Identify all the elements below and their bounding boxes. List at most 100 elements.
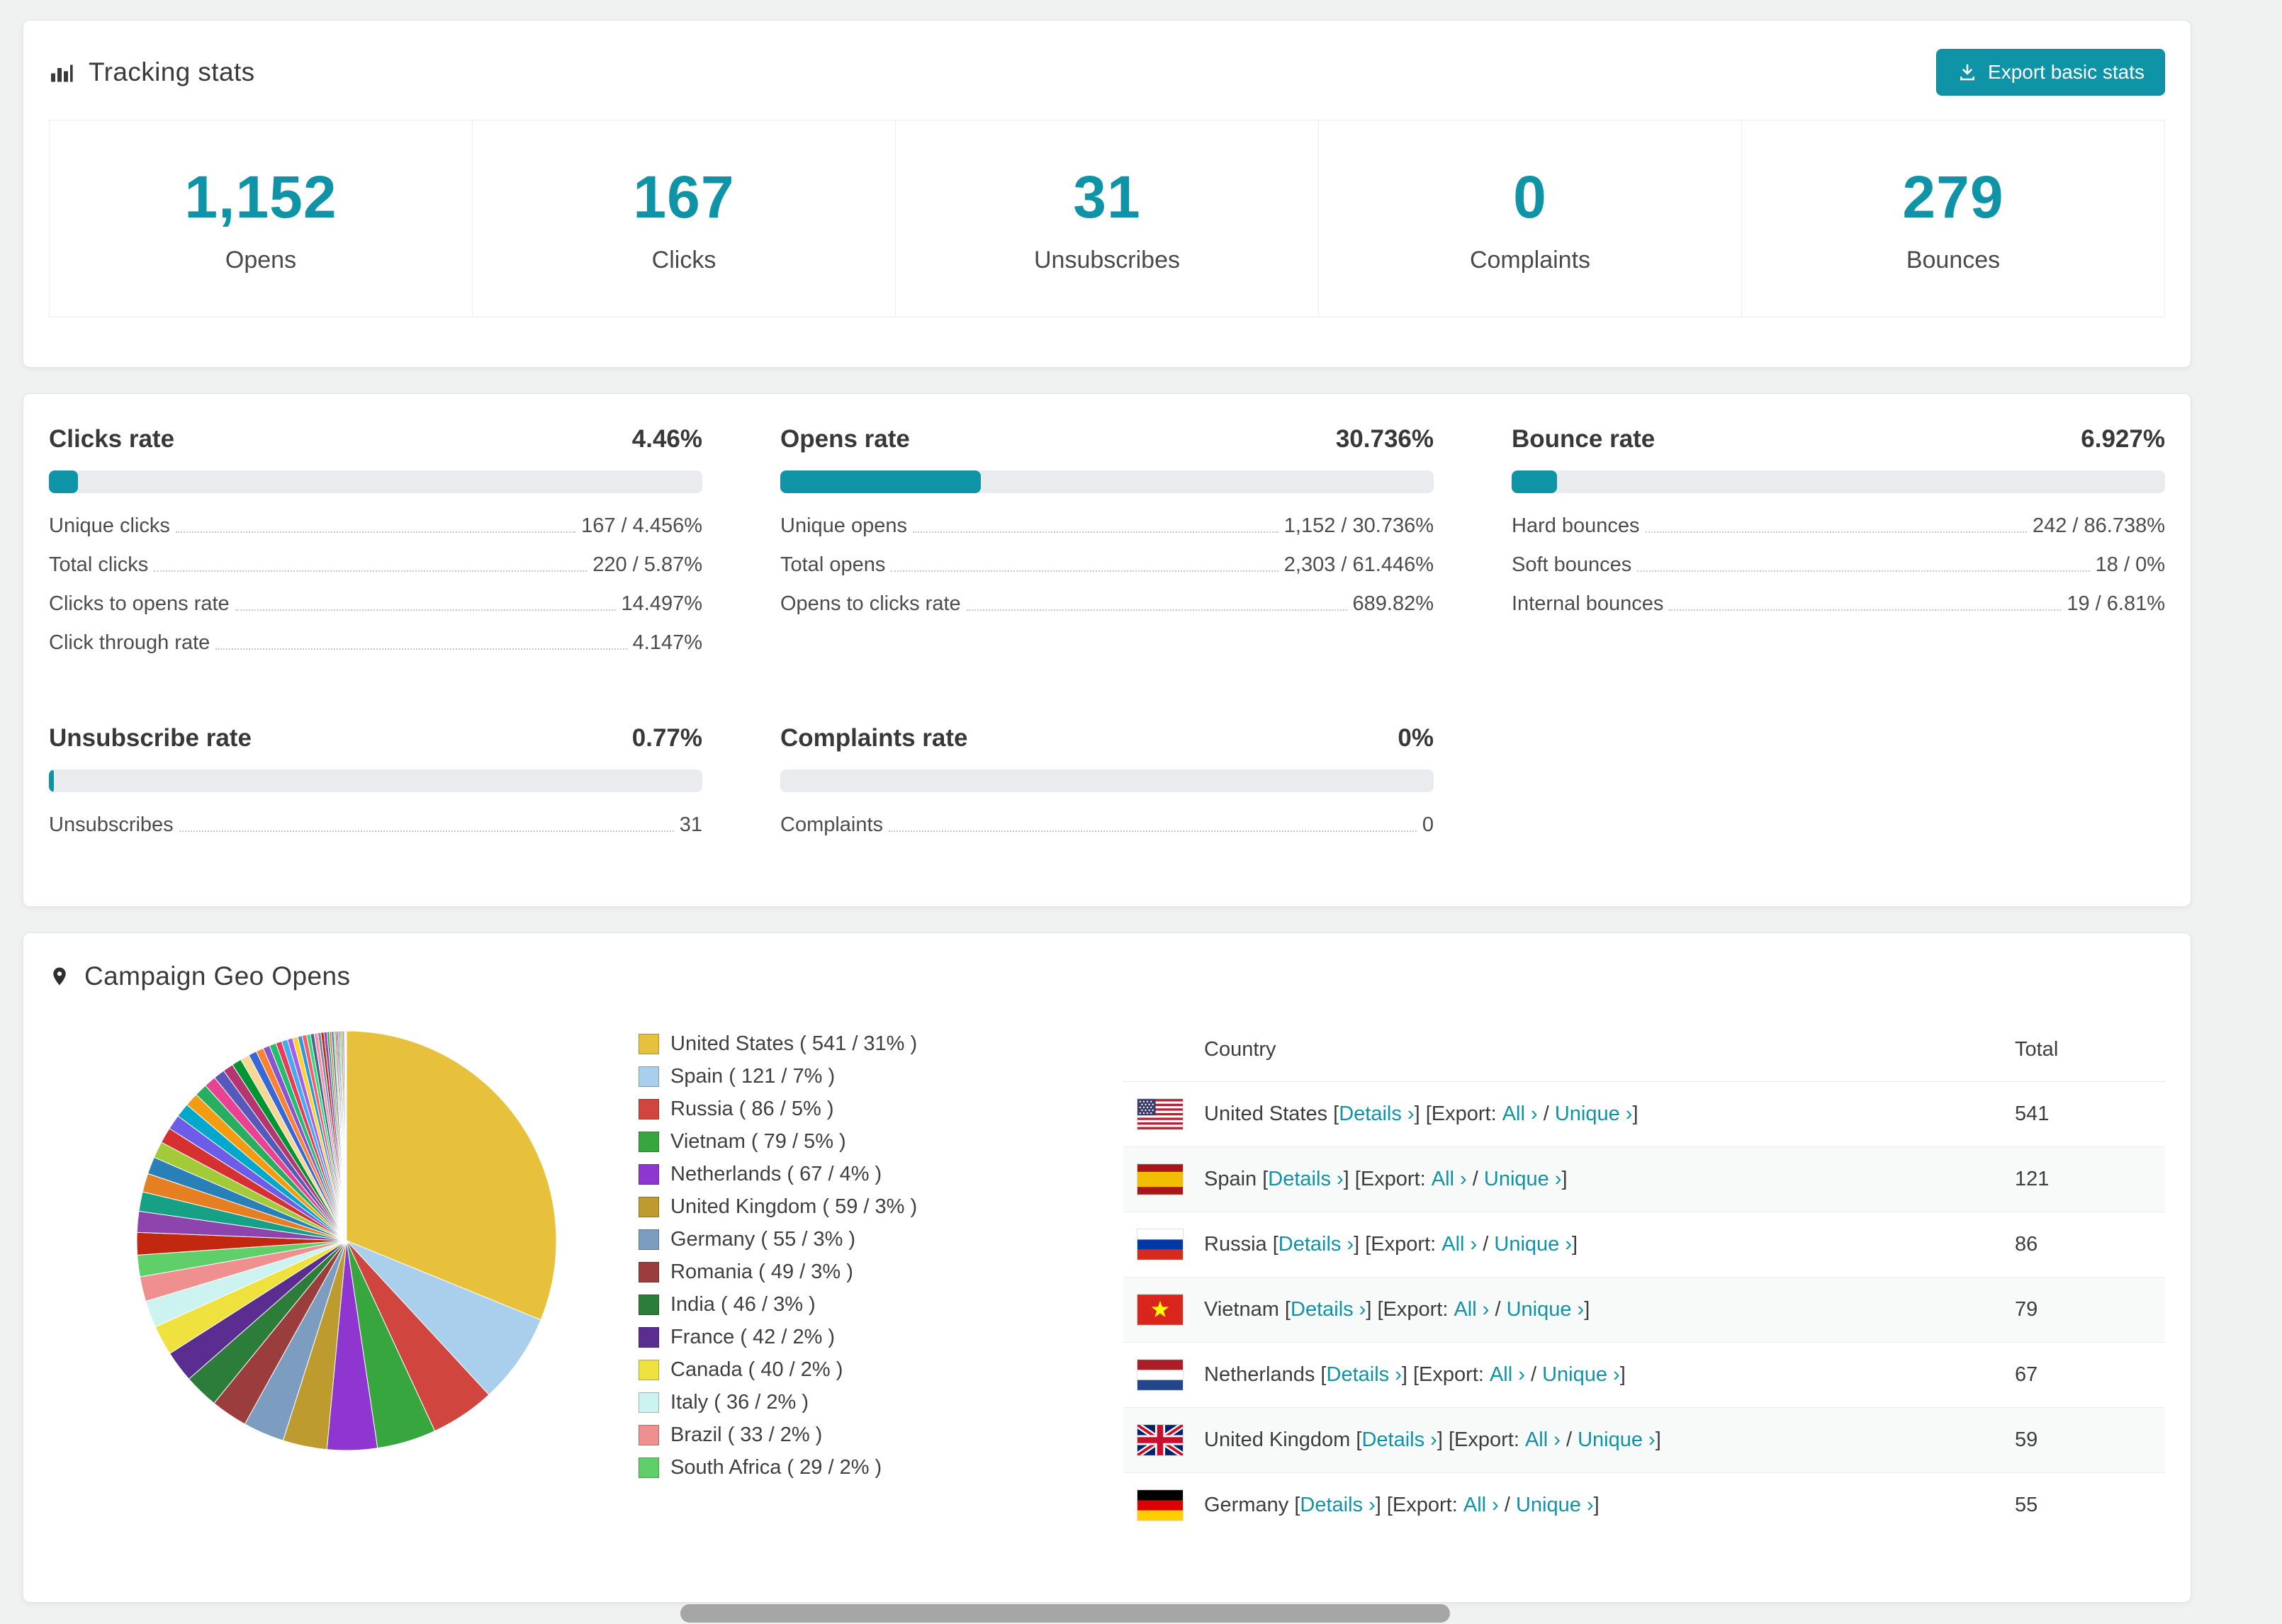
- country-cell: United Kingdom [Details ›] [Export: All …: [1123, 1424, 2015, 1456]
- details-link[interactable]: Details ›: [1300, 1494, 1375, 1517]
- export-unique-link[interactable]: Unique ›: [1578, 1428, 1656, 1452]
- legend-item-canada: Canada ( 40 / 2% ): [639, 1358, 917, 1382]
- dotted-leader: [154, 570, 588, 572]
- rate-title: Bounce rate: [1512, 425, 1656, 453]
- stat-box-clicks: 167 Clicks: [473, 120, 896, 317]
- export-unique-link[interactable]: Unique ›: [1516, 1494, 1594, 1517]
- details-link[interactable]: Details ›: [1291, 1298, 1366, 1321]
- tracking-stats-title: Tracking stats: [49, 57, 255, 87]
- rate-rows: Complaints 0: [780, 813, 1434, 837]
- country-name: Russia: [1204, 1233, 1267, 1256]
- export-unique-link[interactable]: Unique ›: [1542, 1363, 1620, 1387]
- rate-row-label: Unsubscribes: [49, 813, 174, 836]
- export-all-link[interactable]: All ›: [1525, 1428, 1561, 1452]
- export-all-link[interactable]: All ›: [1502, 1103, 1538, 1126]
- progress-fill: [49, 470, 79, 493]
- legend-item-south-africa: South Africa ( 29 / 2% ): [639, 1456, 917, 1479]
- rate-rows: Unsubscribes 31: [49, 813, 702, 837]
- es-flag-icon: [1137, 1163, 1184, 1195]
- geo-opens-header: Campaign Geo Opens: [23, 933, 2191, 1011]
- tracking-stats-card: Tracking stats Export basic stats 1,152 O…: [23, 20, 2191, 368]
- nl-flag-icon: [1137, 1359, 1184, 1391]
- rate-block-complaints-rate: Complaints rate 0% Complaints 0: [780, 724, 1434, 852]
- legend-label: United States ( 541 / 31% ): [670, 1032, 918, 1055]
- country-total: 59: [2015, 1407, 2165, 1473]
- rate-row: Hard bounces 242 / 86.738%: [1512, 514, 2165, 538]
- rate-row: Opens to clicks rate 689.82%: [780, 592, 1434, 616]
- stat-label: Bounces: [1906, 247, 2001, 274]
- ru-flag-icon: [1137, 1229, 1184, 1261]
- stat-value: 0: [1513, 164, 1547, 230]
- dotted-leader: [179, 830, 674, 832]
- export-all-link[interactable]: All ›: [1490, 1363, 1525, 1387]
- legend-swatch: [639, 1360, 659, 1380]
- geo-opens-pie-chart: [136, 1030, 557, 1451]
- geo-opens-title-text: Campaign Geo Opens: [84, 962, 351, 991]
- rate-row-label: Opens to clicks rate: [780, 592, 961, 615]
- country-total: 67: [2015, 1342, 2165, 1408]
- rate-value: 0%: [1398, 724, 1434, 752]
- rate-row-label: Total opens: [780, 553, 886, 576]
- details-link[interactable]: Details ›: [1339, 1103, 1414, 1126]
- rate-row-label: Complaints: [780, 813, 884, 836]
- rate-row-label: Total clicks: [49, 553, 149, 576]
- export-all-link[interactable]: All ›: [1432, 1168, 1467, 1191]
- details-link[interactable]: Details ›: [1268, 1168, 1343, 1191]
- geo-opens-content: United States ( 541 / 31% ) Spain ( 121 /…: [23, 1011, 2191, 1602]
- horizontal-scrollbar-thumb[interactable]: [680, 1604, 1450, 1623]
- stat-box-bounces: 279 Bounces: [1742, 120, 2165, 317]
- export-unique-link[interactable]: Unique ›: [1555, 1103, 1633, 1126]
- rate-block-unsubscribe-rate: Unsubscribe rate 0.77% Unsubscribes 31: [49, 724, 702, 852]
- rate-row: Internal bounces 19 / 6.81%: [1512, 592, 2165, 616]
- rate-head: Opens rate 30.736%: [780, 425, 1434, 453]
- country-name: Spain: [1204, 1168, 1257, 1190]
- export-basic-stats-button[interactable]: Export basic stats: [1936, 49, 2165, 96]
- rates-card: Clicks rate 4.46% Unique clicks 167 / 4.456…: [23, 393, 2191, 907]
- rate-row: Soft bounces 18 / 0%: [1512, 553, 2165, 577]
- rate-row-label: Unique clicks: [49, 514, 170, 537]
- details-link[interactable]: Details ›: [1278, 1233, 1354, 1256]
- legend-label: Netherlands ( 67 / 4% ): [670, 1163, 882, 1185]
- stat-box-complaints: 0 Complaints: [1319, 120, 1742, 317]
- rate-row-value: 0: [1422, 813, 1434, 836]
- pie-chart-wrap: [49, 1018, 559, 1453]
- rate-title: Unsubscribe rate: [49, 724, 252, 752]
- legend-label: Russia ( 86 / 5% ): [670, 1098, 834, 1120]
- dotted-leader: [1637, 570, 2090, 572]
- rate-row-label: Hard bounces: [1512, 514, 1640, 537]
- bar-chart-icon: [51, 64, 73, 82]
- details-link[interactable]: Details ›: [1327, 1363, 1402, 1387]
- legend-label: Vietnam ( 79 / 5% ): [670, 1130, 846, 1153]
- legend-item-brazil: Brazil ( 33 / 2% ): [639, 1423, 917, 1447]
- legend-swatch: [639, 1132, 659, 1152]
- details-link[interactable]: Details ›: [1361, 1428, 1437, 1452]
- progress-fill: [49, 769, 55, 792]
- export-unique-link[interactable]: Unique ›: [1484, 1168, 1562, 1191]
- rate-rows: Hard bounces 242 / 86.738% Soft bounces 18 …: [1512, 514, 2165, 616]
- rate-row-value: 31: [679, 813, 702, 836]
- geo-table-row-russia: Russia [Details ›] [Export: All › / Uniq…: [1123, 1212, 2165, 1278]
- export-unique-link[interactable]: Unique ›: [1507, 1298, 1585, 1321]
- tracking-stats-header: Tracking stats Export basic stats: [23, 21, 2191, 115]
- legend-label: Brazil ( 33 / 2% ): [670, 1423, 823, 1446]
- rate-row-label: Soft bounces: [1512, 553, 1632, 576]
- export-all-link[interactable]: All ›: [1441, 1233, 1477, 1256]
- legend-item-spain: Spain ( 121 / 7% ): [639, 1065, 917, 1088]
- rate-row-value: 4.147%: [632, 631, 702, 654]
- rate-row: Unsubscribes 31: [49, 813, 702, 837]
- export-all-link[interactable]: All ›: [1463, 1494, 1499, 1517]
- rate-row: Click through rate 4.147%: [49, 631, 702, 655]
- rate-value: 0.77%: [631, 724, 702, 752]
- export-all-link[interactable]: All ›: [1454, 1298, 1489, 1321]
- geo-table-row-spain: Spain [Details ›] [Export: All › / Uniqu…: [1123, 1146, 2165, 1212]
- legend-label: United Kingdom ( 59 / 3% ): [670, 1195, 918, 1218]
- progress-bar: [1512, 470, 2165, 493]
- tracking-stats-row: 1,152 Opens 167 Clicks 31 Unsubscribes 0 Compla…: [49, 120, 2165, 317]
- rate-title: Opens rate: [780, 425, 910, 453]
- legend-swatch: [639, 1066, 659, 1087]
- export-unique-link[interactable]: Unique ›: [1494, 1233, 1572, 1256]
- rate-row: Total clicks 220 / 5.87%: [49, 553, 702, 577]
- rate-block-clicks-rate: Clicks rate 4.46% Unique clicks 167 / 4.456…: [49, 425, 702, 670]
- stat-label: Clicks: [651, 247, 716, 274]
- legend-label: Canada ( 40 / 2% ): [670, 1358, 843, 1381]
